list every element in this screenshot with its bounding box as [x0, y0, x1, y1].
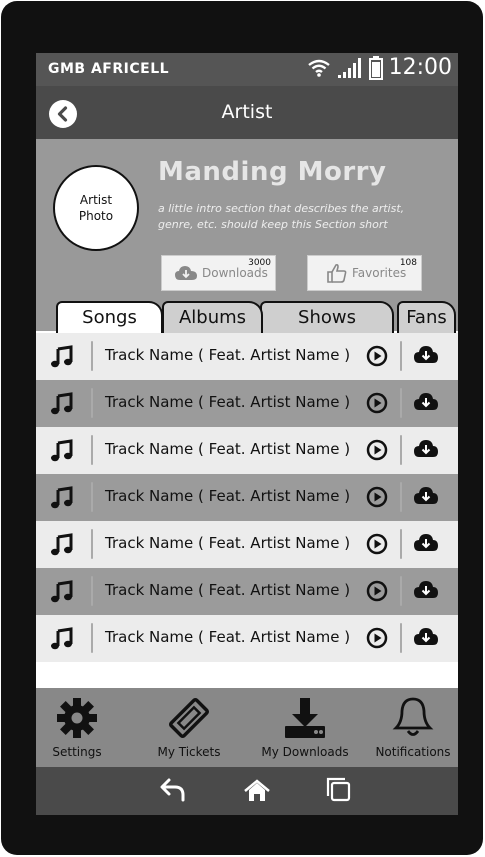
status-icons: 12:00 — [307, 55, 452, 80]
song-row[interactable]: Track Name ( Feat. Artist Name ) — [36, 427, 458, 474]
play-icon[interactable] — [366, 345, 388, 367]
music-note-icon — [51, 580, 73, 603]
home-icon[interactable] — [244, 779, 270, 803]
song-row[interactable]: Track Name ( Feat. Artist Name ) — [36, 521, 458, 568]
page-title: Artist — [221, 101, 273, 123]
cloud-download-icon[interactable] — [413, 391, 439, 413]
tab-albums[interactable]: Albums — [162, 301, 263, 333]
wifi-icon — [307, 59, 330, 77]
play-icon[interactable] — [366, 392, 388, 414]
play-icon[interactable] — [366, 580, 388, 602]
nav-notifications-label: Notifications — [375, 745, 451, 759]
tab-fans[interactable]: Fans — [397, 301, 456, 333]
track-name: Track Name ( Feat. Artist Name ) — [105, 534, 351, 552]
divider — [400, 482, 402, 512]
play-icon[interactable] — [366, 486, 388, 508]
cloud-download-icon[interactable] — [413, 344, 439, 366]
divider — [400, 435, 402, 465]
cloud-download-icon[interactable] — [413, 626, 439, 648]
nav-tickets[interactable]: My Tickets — [154, 696, 224, 759]
nav-notifications[interactable]: Notifications — [374, 696, 452, 759]
artist-name: Manding Morry — [158, 157, 387, 187]
nav-downloads-label: My Downloads — [261, 745, 349, 759]
artist-photo-label-line1: Artist — [79, 193, 113, 207]
track-name: Track Name ( Feat. Artist Name ) — [105, 487, 351, 505]
divider — [91, 623, 93, 653]
bottom-nav: Settings My Tickets My Downloads Notific… — [36, 688, 458, 767]
music-note-icon — [51, 627, 73, 650]
carrier-label: GMB AFRICELL — [48, 61, 170, 77]
divider — [91, 529, 93, 559]
clock: 12:00 — [388, 55, 452, 80]
thumbs-up-icon — [327, 263, 347, 283]
track-name: Track Name ( Feat. Artist Name ) — [105, 440, 351, 458]
tab-bar: Fans Shows Albums Songs — [36, 301, 458, 335]
nav-settings-label: Settings — [52, 745, 102, 759]
cloud-download-icon — [175, 266, 197, 280]
track-name: Track Name ( Feat. Artist Name ) — [105, 628, 351, 646]
song-list: Track Name ( Feat. Artist Name ) Track Na… — [36, 333, 458, 662]
favorites-label: Favorites — [352, 266, 407, 280]
nav-downloads[interactable]: My Downloads — [261, 696, 349, 759]
app-bar: Artist — [36, 86, 458, 139]
status-bar: GMB AFRICELL 12:00 — [36, 53, 458, 86]
signal-icon — [337, 57, 361, 78]
battery-icon — [368, 55, 383, 80]
downloads-label: Downloads — [202, 266, 268, 280]
divider — [91, 388, 93, 418]
download-tray-icon — [285, 698, 325, 738]
tab-shows[interactable]: Shows — [260, 301, 394, 333]
gear-icon — [57, 698, 97, 738]
play-icon[interactable] — [366, 439, 388, 461]
screen: GMB AFRICELL 12:00 Artist Artist Photo M… — [36, 53, 458, 815]
music-note-icon — [51, 533, 73, 556]
divider — [91, 341, 93, 371]
play-icon[interactable] — [366, 627, 388, 649]
divider — [400, 623, 402, 653]
ticket-icon — [168, 697, 210, 739]
cloud-download-icon[interactable] — [413, 532, 439, 554]
divider — [400, 388, 402, 418]
bell-icon — [392, 697, 434, 736]
artist-photo-label-line2: Photo — [78, 209, 114, 223]
artist-photo: Artist Photo — [53, 165, 139, 251]
song-row[interactable]: Track Name ( Feat. Artist Name ) — [36, 380, 458, 427]
tab-songs[interactable]: Songs — [56, 301, 163, 335]
divider — [91, 435, 93, 465]
system-nav-bar — [36, 767, 458, 815]
song-row[interactable]: Track Name ( Feat. Artist Name ) — [36, 615, 458, 662]
cloud-download-icon[interactable] — [413, 438, 439, 460]
favorites-button[interactable]: Favorites 108 — [307, 255, 422, 291]
music-note-icon — [51, 486, 73, 509]
track-name: Track Name ( Feat. Artist Name ) — [105, 393, 351, 411]
divider — [400, 529, 402, 559]
track-name: Track Name ( Feat. Artist Name ) — [105, 581, 351, 599]
song-row[interactable]: Track Name ( Feat. Artist Name ) — [36, 568, 458, 615]
favorites-count: 108 — [399, 258, 417, 268]
recent-apps-icon[interactable] — [326, 777, 352, 803]
track-name: Track Name ( Feat. Artist Name ) — [105, 346, 351, 364]
artist-intro: a little intro section that describes th… — [158, 202, 405, 231]
cloud-download-icon[interactable] — [413, 579, 439, 601]
downloads-button[interactable]: Downloads 3000 — [161, 255, 276, 291]
divider — [400, 341, 402, 371]
song-row[interactable]: Track Name ( Feat. Artist Name ) — [36, 333, 458, 380]
back-arrow-icon[interactable] — [159, 777, 187, 803]
play-icon[interactable] — [366, 533, 388, 555]
music-note-icon — [51, 392, 73, 415]
divider — [91, 482, 93, 512]
nav-tickets-label: My Tickets — [157, 745, 221, 759]
divider — [400, 576, 402, 606]
cloud-download-icon[interactable] — [413, 485, 439, 507]
phone-frame: GMB AFRICELL 12:00 Artist Artist Photo M… — [1, 1, 483, 855]
downloads-count: 3000 — [248, 258, 271, 268]
divider — [91, 576, 93, 606]
song-row[interactable]: Track Name ( Feat. Artist Name ) — [36, 474, 458, 521]
music-note-icon — [51, 345, 73, 368]
music-note-icon — [51, 439, 73, 462]
nav-settings[interactable]: Settings — [46, 696, 108, 759]
